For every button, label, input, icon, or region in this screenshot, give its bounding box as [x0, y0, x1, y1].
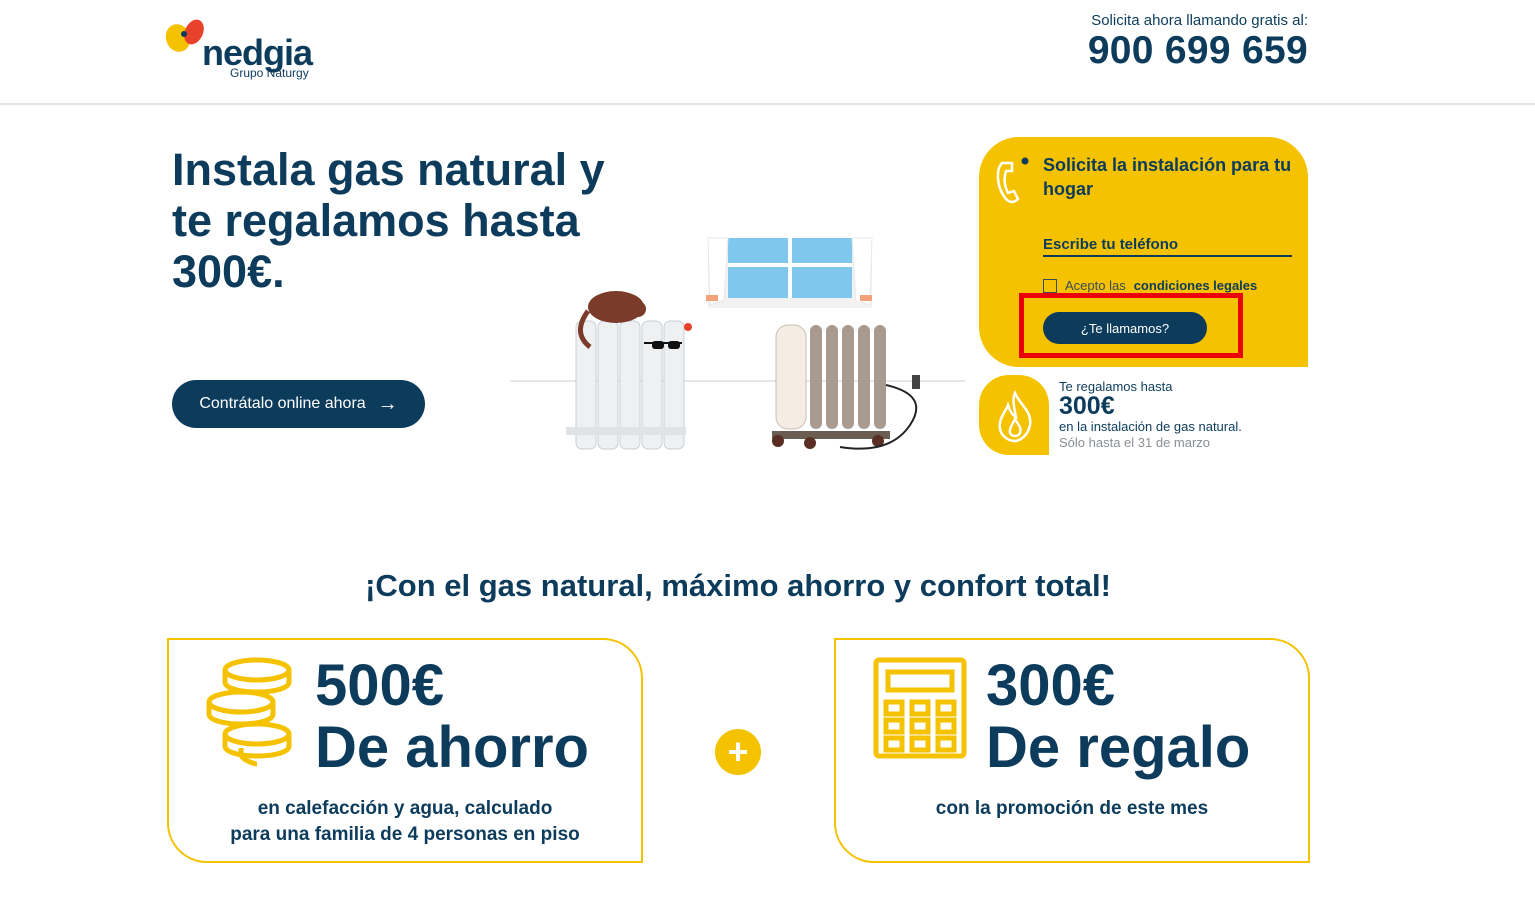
radiators-illustration — [510, 237, 965, 450]
flame-icon — [998, 389, 1032, 443]
logo-subtext: Grupo Naturgy — [230, 66, 309, 80]
contract-online-button[interactable]: Contrátalo online ahora → — [172, 380, 425, 428]
legal-prefix: Acepto las — [1065, 278, 1126, 293]
savings-desc-line2: para una familia de 4 personas en piso — [230, 824, 580, 845]
legal-consent: Acepto las condiciones legales — [1043, 278, 1257, 293]
savings-desc-line1: en calefacción y agua, calculado — [257, 798, 553, 819]
arrow-right-icon: → — [377, 392, 398, 415]
promo-icon-tile — [979, 375, 1049, 455]
gift-amount: 300€ — [986, 653, 1116, 718]
gift-card: 300€ De regalo con la promoción de este … — [834, 638, 1310, 863]
contract-online-label: Contrátalo online ahora — [199, 395, 366, 412]
phone-icon — [996, 157, 1029, 204]
legal-conditions-link[interactable]: condiciones legales — [1134, 278, 1258, 293]
plus-icon: + — [715, 729, 761, 775]
savings-card: 500€ De ahorro en calefacción y agua, ca… — [167, 638, 643, 863]
phone-number-link[interactable]: 900 699 659 — [1088, 29, 1308, 73]
phone-input[interactable] — [1043, 233, 1292, 257]
savings-description: en calefacción y agua, calculado para un… — [169, 796, 641, 848]
benefits-title: ¡Con el gas natural, máximo ahorro y con… — [365, 568, 1111, 603]
promo-banner: Te regalamos hasta 300€ en la instalació… — [979, 375, 1308, 455]
gift-description: con la promoción de este mes — [935, 798, 1209, 819]
gift-label: De regalo — [986, 715, 1251, 780]
nedgia-logo[interactable]: nedgia Grupo Naturgy — [164, 14, 324, 84]
highlight-box — [1019, 293, 1243, 358]
promo-line3: en la instalación de gas natural. — [1059, 419, 1242, 434]
legal-checkbox[interactable] — [1043, 278, 1057, 293]
site-header: nedgia Grupo Naturgy Solicita ahora llam… — [0, 0, 1535, 105]
calculator-icon — [873, 657, 967, 759]
coins-icon — [206, 657, 292, 767]
promo-deadline: Sólo hasta el 31 de marzo — [1059, 435, 1211, 450]
call-block: Solicita ahora llamando gratis al: 900 6… — [1088, 12, 1308, 73]
savings-label: De ahorro — [315, 715, 589, 780]
call-label: Solicita ahora llamando gratis al: — [1091, 12, 1308, 29]
promo-amount: 300€ — [1059, 392, 1115, 420]
savings-amount: 500€ — [315, 653, 445, 718]
form-title: Solicita la instalación para tu hogar — [1043, 155, 1292, 199]
